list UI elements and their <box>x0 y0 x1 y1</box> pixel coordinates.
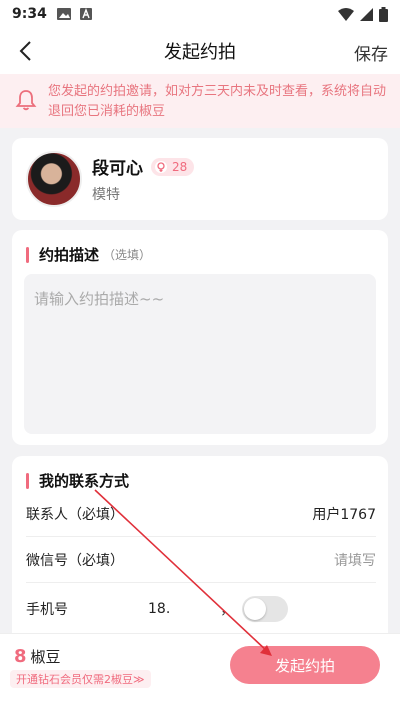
signal-icon <box>360 7 373 21</box>
female-icon <box>155 160 167 173</box>
profile-name: 段可心 <box>92 159 143 179</box>
submit-button[interactable]: 发起约拍 <box>230 646 380 684</box>
description-input[interactable]: 请输入约拍描述~~ <box>24 274 376 434</box>
contact-title: 我的联系方式 <box>39 472 130 490</box>
gesture-bar <box>0 693 400 711</box>
navbar: 发起约拍 保存 <box>0 28 400 74</box>
beans-unit: 椒豆 <box>30 648 61 666</box>
description-optional-label: （选填） <box>103 248 152 262</box>
back-button[interactable] <box>12 38 38 64</box>
chevron-left-icon <box>19 41 31 61</box>
wifi-icon <box>338 7 354 21</box>
description-card: 约拍描述 （选填） 请输入约拍描述~~ <box>12 230 388 445</box>
description-title: 约拍描述 <box>39 246 100 264</box>
profile-role: 模特 <box>92 187 120 203</box>
save-button[interactable]: 保存 <box>354 40 388 65</box>
contact-section-title: 我的联系方式 <box>12 456 388 491</box>
toggle-knob <box>244 598 267 620</box>
phone-visibility-toggle[interactable] <box>242 596 289 622</box>
app-a-icon <box>79 8 92 20</box>
phone-row[interactable]: 手机号 18. ， <box>26 594 376 624</box>
bottom-action-bar: 8 椒豆 开通钻石会员仅需2椒豆≫ 发起约拍 <box>0 633 400 693</box>
description-section-title: 约拍描述 （选填） <box>12 230 388 265</box>
page-title: 发起约拍 <box>164 42 236 63</box>
wechat-row[interactable]: 微信号（必填） 请填写 <box>26 548 376 572</box>
status-time: 9:34 <box>12 6 47 22</box>
section-accent-bar <box>26 472 29 489</box>
badge-count: 28 <box>172 159 188 174</box>
contact-person-row[interactable]: 联系人（必填） 用户1767 <box>26 502 376 526</box>
beans-count: 8 <box>14 646 27 667</box>
wechat-input[interactable]: 请填写 <box>334 550 376 570</box>
contact-person-value[interactable]: 用户1767 <box>312 504 376 524</box>
battery-icon <box>379 6 388 22</box>
divider <box>26 536 376 537</box>
status-bar: 9:34 <box>0 0 400 28</box>
wechat-label: 微信号（必填） <box>26 553 124 569</box>
notice-banner: 您发起的约拍邀请，如对方三天内未及时查看，系统将自动退回您已消耗的椒豆 <box>0 74 400 128</box>
profile-card[interactable]: 段可心 28 模特 <box>12 138 388 220</box>
bell-icon <box>15 90 37 111</box>
gender-badge: 28 <box>151 157 195 176</box>
phone-comma: ， <box>220 602 235 618</box>
beans-cost: 8 椒豆 <box>14 646 61 667</box>
phone-value[interactable]: 18. <box>148 601 170 617</box>
section-accent-bar <box>26 246 29 263</box>
vip-tip-link[interactable]: 开通钻石会员仅需2椒豆≫ <box>10 670 151 688</box>
image-icon <box>56 8 71 20</box>
contact-person-label: 联系人（必填） <box>26 507 124 523</box>
notice-text: 您发起的约拍邀请，如对方三天内未及时查看，系统将自动退回您已消耗的椒豆 <box>48 84 387 119</box>
profile-info: 段可心 28 模特 <box>92 154 195 204</box>
phone-label: 手机号 <box>26 602 68 618</box>
divider <box>26 582 376 583</box>
avatar[interactable] <box>26 151 82 207</box>
